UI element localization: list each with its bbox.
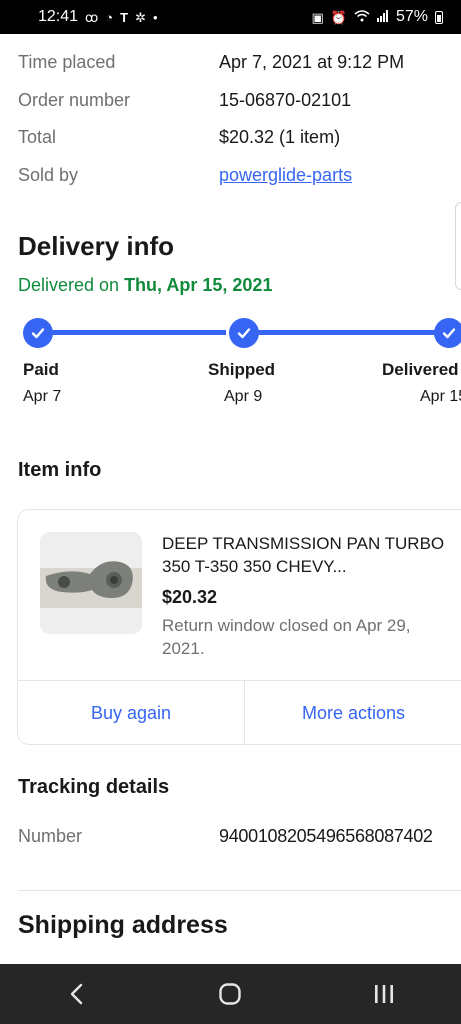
time-placed-value: Apr 7, 2021 at 9:12 PM	[219, 52, 405, 72]
sold-by-label: Sold by	[18, 165, 79, 185]
alarm-icon: ⏰	[330, 9, 347, 25]
item-card: DEEP TRANSMISSION PAN TURBO 350 T-350 35…	[17, 509, 461, 745]
home-button[interactable]	[200, 969, 260, 1019]
recents-icon	[375, 985, 394, 1003]
delivery-status: Delivered on Thu, Apr 15, 2021	[18, 275, 272, 296]
step-shipped-label: Shipped	[208, 360, 276, 379]
item-title[interactable]: DEEP TRANSMISSION PAN TURBO 350 T-350 35…	[162, 532, 452, 578]
progress-segment-1	[50, 330, 226, 335]
delivery-status-prefix: Delivered on	[18, 275, 125, 295]
total-value: $20.32 (1 item)	[219, 127, 341, 147]
signal-icon	[376, 10, 389, 24]
step-delivered-check-icon	[434, 318, 461, 348]
section-divider	[18, 890, 461, 891]
delivery-status-date: Thu, Apr 15, 2021	[124, 275, 273, 295]
dot-icon: •	[153, 9, 158, 25]
status-time: 12:41	[38, 8, 79, 25]
side-panel-edge[interactable]	[455, 202, 461, 290]
voicemail-icon: ꝏ	[85, 9, 99, 25]
settings-icon: ✲	[135, 9, 147, 25]
time-placed-row: Time placed	[18, 52, 115, 73]
status-bar: 12:41 ꝏ ◔ T ✲ • ▣ ⏰ 57%	[0, 0, 461, 34]
tracking-details-heading: Tracking details	[18, 776, 170, 798]
item-info-heading: Item info	[18, 459, 102, 481]
home-icon	[219, 983, 242, 1005]
tracking-number-label: Number	[18, 826, 83, 846]
seller-link[interactable]: powerglide-parts	[219, 165, 352, 186]
step-shipped-date: Apr 9	[224, 388, 263, 405]
progress-segment-2	[258, 330, 436, 335]
order-number-value: 15-06870-02101	[219, 90, 352, 110]
more-actions-button[interactable]: More actions	[245, 681, 461, 745]
step-delivered-label: Delivered	[382, 360, 459, 379]
battery-icon	[435, 10, 443, 24]
return-window-text: Return window closed on Apr 29, 2021.	[162, 616, 411, 658]
buy-again-button[interactable]: Buy again	[18, 681, 244, 745]
system-nav-bar	[0, 964, 461, 1024]
back-icon	[70, 983, 83, 1005]
step-shipped-check-icon	[229, 318, 259, 348]
step-delivered-date: Apr 15	[420, 388, 461, 405]
recents-button[interactable]	[354, 969, 414, 1019]
order-number-label: Order number	[18, 90, 131, 110]
back-button[interactable]	[47, 969, 107, 1019]
item-price: $20.32	[162, 587, 218, 607]
status-right: ▣ ⏰ 57%	[311, 8, 443, 26]
order-number-row: Order number	[18, 90, 130, 111]
status-left: 12:41 ꝏ ◔ T ✲ •	[38, 8, 158, 26]
wifi-icon	[354, 10, 370, 24]
step-paid-label: Paid	[23, 360, 59, 379]
item-image[interactable]	[40, 532, 142, 634]
sold-by-row: Sold by	[18, 165, 78, 186]
shipping-address-heading: Shipping address	[18, 911, 228, 939]
total-label: Total	[18, 127, 57, 147]
step-paid-check-icon	[23, 318, 53, 348]
tracking-number-value[interactable]: 9400108205496568087402	[219, 826, 433, 847]
battery-percent: 57%	[395, 8, 428, 25]
t-mobile-icon: T	[120, 9, 129, 25]
total-row: Total	[18, 127, 56, 148]
time-placed-label: Time placed	[18, 52, 116, 72]
screenshot-icon: ▣	[311, 9, 324, 25]
step-paid-date: Apr 7	[23, 388, 62, 405]
cast-icon: ◔	[105, 9, 114, 25]
order-details: Time placed Apr 7, 2021 at 9:12 PM Order…	[0, 34, 461, 964]
delivery-info-heading: Delivery info	[18, 231, 175, 261]
